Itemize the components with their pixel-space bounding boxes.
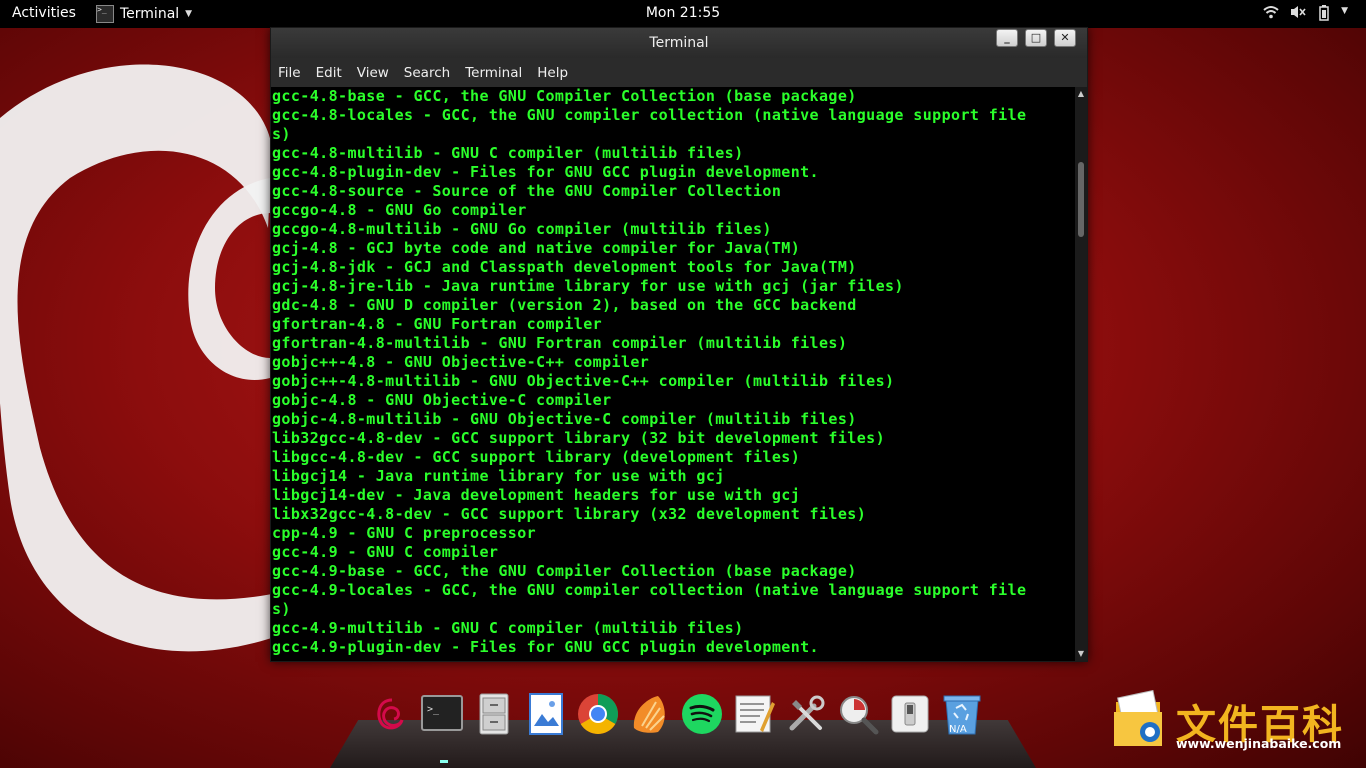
terminal-line: gcc-4.8-plugin-dev - Files for GNU GCC p… xyxy=(272,163,819,181)
menu-file[interactable]: File xyxy=(278,65,301,81)
terminal-line: gcj-4.8-jre-lib - Java runtime library f… xyxy=(272,277,904,295)
window-titlebar[interactable]: Terminal _ □ ✕ xyxy=(271,28,1087,58)
disk-usage-analyzer-icon[interactable] xyxy=(836,692,880,736)
terminal-line: libgcj14 - Java runtime library for use … xyxy=(272,467,725,485)
terminal-line: gcj-4.8 - GCJ byte code and native compi… xyxy=(272,239,801,257)
terminal-window[interactable]: Terminal _ □ ✕ File Edit View Search Ter… xyxy=(270,27,1088,662)
terminal-line: gcc-4.8-source - Source of the GNU Compi… xyxy=(272,182,782,200)
menu-terminal[interactable]: Terminal xyxy=(465,65,522,81)
terminal-line: cpp-4.9 - GNU C preprocessor xyxy=(272,524,537,542)
system-tray[interactable]: ▼ xyxy=(1263,4,1348,26)
scroll-up-icon[interactable]: ▲ xyxy=(1075,88,1087,100)
terminal-line: gccgo-4.8 - GNU Go compiler xyxy=(272,201,527,219)
terminal-line: lib32gcc-4.8-dev - GCC support library (… xyxy=(272,429,885,447)
svg-text:>_: >_ xyxy=(427,704,440,715)
watermark-url: www.wenjinabaike.com xyxy=(1176,736,1342,751)
terminal-line: gcc-4.9-locales - GCC, the GNU compiler … xyxy=(272,581,1027,599)
scrollbar-thumb[interactable] xyxy=(1078,162,1084,237)
menu-bar: File Edit View Search Terminal Help xyxy=(271,58,1087,87)
terminal-dock-icon[interactable]: >_ xyxy=(420,692,464,736)
terminal-line: gcc-4.9 - GNU C compiler xyxy=(272,543,499,561)
terminal-line: gcc-4.9-base - GCC, the GNU Compiler Col… xyxy=(272,562,857,580)
app-menu-label: Terminal xyxy=(120,6,180,22)
terminal-line: gccgo-4.8-multilib - GNU Go compiler (mu… xyxy=(272,220,772,238)
menu-view[interactable]: View xyxy=(357,65,389,81)
terminal-line: s) xyxy=(272,600,291,618)
close-button[interactable]: ✕ xyxy=(1054,29,1076,47)
image-viewer-icon[interactable] xyxy=(524,692,568,736)
clock[interactable]: Mon 21:55 xyxy=(646,5,720,21)
terminal-line: gcc-4.8-locales - GCC, the GNU compiler … xyxy=(272,106,1027,124)
terminal-line: gobjc++-4.8-multilib - GNU Objective-C++… xyxy=(272,372,895,390)
battery-icon[interactable] xyxy=(1317,4,1331,26)
file-cabinet-icon[interactable] xyxy=(472,692,516,736)
trash-icon[interactable]: N/A xyxy=(940,692,984,736)
spotify-icon[interactable] xyxy=(680,692,724,736)
menu-edit[interactable]: Edit xyxy=(316,65,342,81)
caret-down-icon: ▼ xyxy=(185,9,193,19)
debian-menu-icon[interactable] xyxy=(368,692,412,736)
terminal-line: gobjc-4.8-multilib - GNU Objective-C com… xyxy=(272,410,857,428)
minimize-button[interactable]: _ xyxy=(996,29,1018,47)
dock-icons: >_ N/A xyxy=(368,692,984,736)
clementine-icon[interactable] xyxy=(628,692,672,736)
scroll-down-icon[interactable]: ▼ xyxy=(1075,648,1087,660)
terminal-line: libgcc-4.8-dev - GCC support library (de… xyxy=(272,448,801,466)
top-bar: Activities >_ Terminal ▼ Mon 21:55 ▼ xyxy=(0,0,1366,28)
running-indicator xyxy=(440,760,448,763)
terminal-line: gdc-4.8 - GNU D compiler (version 2), ba… xyxy=(272,296,857,314)
scrollbar[interactable]: ▲ ▼ xyxy=(1075,87,1087,661)
terminal-line: gcj-4.8-jdk - GCJ and Classpath developm… xyxy=(272,258,857,276)
terminal-line: gcc-4.8-multilib - GNU C compiler (multi… xyxy=(272,144,744,162)
tools-icon[interactable] xyxy=(784,692,828,736)
watermark: 文件百科 www.wenjinabaike.com xyxy=(1110,690,1350,756)
maximize-button[interactable]: □ xyxy=(1025,29,1047,47)
terminal-line: libx32gcc-4.8-dev - GCC support library … xyxy=(272,505,867,523)
app-menu[interactable]: >_ Terminal ▼ xyxy=(96,0,192,28)
terminal-line: gobjc-4.8 - GNU Objective-C compiler xyxy=(272,391,612,409)
terminal-app-icon: >_ xyxy=(96,5,114,23)
terminal-line: s) xyxy=(272,125,291,143)
system-menu-caret-icon: ▼ xyxy=(1341,6,1348,16)
debian-swirl-wallpaper xyxy=(0,64,300,652)
terminal-line: libgcj14-dev - Java development headers … xyxy=(272,486,801,504)
terminal-line: gfortran-4.8-multilib - GNU Fortran comp… xyxy=(272,334,848,352)
terminal-line: gfortran-4.8 - GNU Fortran compiler xyxy=(272,315,603,333)
terminal-output[interactable]: gcc-4.8-base - GCC, the GNU Compiler Col… xyxy=(272,87,1073,659)
trash-label: N/A xyxy=(949,724,967,735)
text-editor-icon[interactable] xyxy=(732,692,776,736)
chrome-icon[interactable] xyxy=(576,692,620,736)
settings-switch-icon[interactable] xyxy=(888,692,932,736)
terminal-line: gcc-4.8-base - GCC, the GNU Compiler Col… xyxy=(272,87,857,105)
menu-search[interactable]: Search xyxy=(404,65,450,81)
terminal-line: gcc-4.9-plugin-dev - Files for GNU GCC p… xyxy=(272,638,819,656)
terminal-line: gobjc++-4.8 - GNU Objective-C++ compiler xyxy=(272,353,650,371)
terminal-line: gcc-4.9-multilib - GNU C compiler (multi… xyxy=(272,619,744,637)
volume-muted-icon[interactable] xyxy=(1289,4,1307,26)
watermark-logo-icon xyxy=(1114,690,1162,746)
menu-help[interactable]: Help xyxy=(537,65,568,81)
wifi-icon[interactable] xyxy=(1263,4,1279,26)
activities-button[interactable]: Activities xyxy=(12,5,76,21)
window-title: Terminal xyxy=(649,35,709,51)
